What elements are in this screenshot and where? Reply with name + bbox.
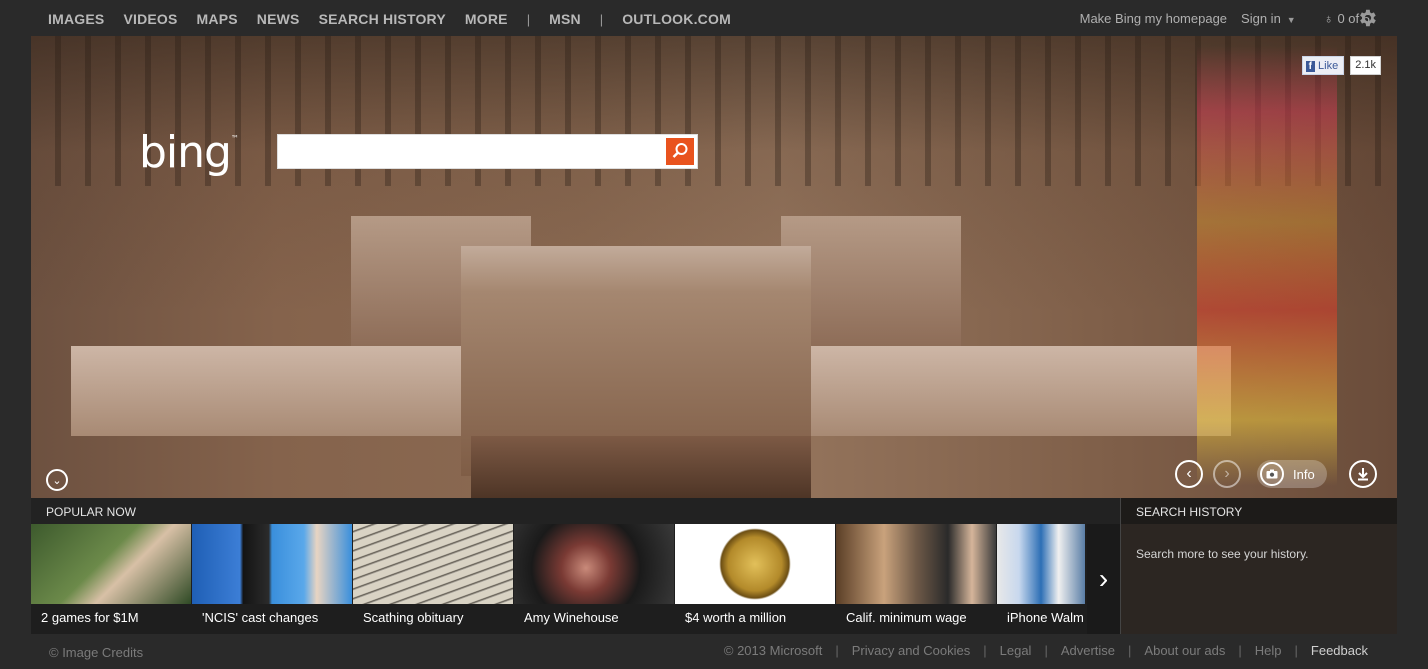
copyright: © 2013 Microsoft <box>723 643 823 658</box>
hero-image: bing™ f Like 2.1k ⌄ ‹ › Info <box>31 36 1397 498</box>
facebook-like-button[interactable]: f Like <box>1301 56 1345 75</box>
hero-terrace-left <box>71 346 471 436</box>
tile-caption: Amy Winehouse <box>524 610 619 625</box>
next-image-button[interactable]: › <box>1213 460 1241 488</box>
footer-separator: | <box>1294 643 1298 658</box>
search-button[interactable] <box>666 138 694 165</box>
popular-tiles: 2 games for $1M 'NCIS' cast changes Scat… <box>31 524 1085 634</box>
nav-images[interactable]: IMAGES <box>48 11 104 27</box>
info-label: Info <box>1293 466 1315 482</box>
hero-terrace-right <box>811 346 1231 436</box>
facebook-like-label: Like <box>1318 60 1339 72</box>
sign-in-label: Sign in <box>1241 11 1281 26</box>
footer-link-legal[interactable]: Legal <box>1000 643 1032 658</box>
popular-now-header: POPULAR NOW <box>31 498 1120 524</box>
popular-tile[interactable]: $4 worth a million <box>675 524 836 634</box>
account-nav: Make Bing my homepage Sign in ▼ ♁ 0 of 5 <box>1066 11 1370 26</box>
previous-image-button[interactable]: ‹ <box>1175 460 1203 488</box>
popular-tile[interactable]: Calif. minimum wage <box>836 524 997 634</box>
footer-separator: | <box>835 643 839 658</box>
download-button[interactable] <box>1349 460 1377 488</box>
footer-separator: | <box>1128 643 1132 658</box>
popular-now-panel: POPULAR NOW 2 games for $1M 'NCIS' cast … <box>31 498 1120 634</box>
tile-caption: Calif. minimum wage <box>846 610 967 625</box>
nav-separator: | <box>599 11 604 27</box>
nav-search-history[interactable]: SEARCH HISTORY <box>319 11 446 27</box>
hero-people <box>1197 46 1337 486</box>
tile-caption: $4 worth a million <box>685 610 787 625</box>
tile-image <box>997 524 1085 604</box>
popular-tile[interactable]: Amy Winehouse <box>514 524 675 634</box>
facebook-icon: f <box>1305 60 1316 72</box>
info-button[interactable]: Info <box>1257 460 1327 488</box>
nav-videos[interactable]: VIDEOS <box>123 11 177 27</box>
popular-next-button[interactable]: › <box>1087 524 1120 634</box>
nav-news[interactable]: NEWS <box>257 11 300 27</box>
footer-link-advertise[interactable]: Advertise <box>1061 643 1115 658</box>
nav-msn[interactable]: MSN <box>549 11 581 27</box>
footer-link-about-ads[interactable]: About our ads <box>1144 643 1225 658</box>
nav-more[interactable]: MORE <box>465 11 508 27</box>
popular-tile[interactable]: Scathing obituary <box>353 524 514 634</box>
hero-arches <box>471 436 811 498</box>
popular-tile[interactable]: iPhone Walm <box>997 524 1085 634</box>
feedback-link[interactable]: Feedback <box>1311 643 1368 658</box>
chevron-right-icon: › <box>1098 563 1109 594</box>
popular-tile[interactable]: 2 games for $1M <box>31 524 192 634</box>
search-history-text: Search more to see your history. <box>1136 547 1309 561</box>
medal-icon: ♁ <box>1323 11 1334 26</box>
tile-caption: Scathing obituary <box>363 610 464 625</box>
chevron-right-icon: › <box>1224 465 1230 482</box>
chevron-left-icon: ‹ <box>1186 465 1192 482</box>
tile-image <box>353 524 513 604</box>
nav-separator: | <box>526 11 531 27</box>
sign-in-link[interactable]: Sign in ▼ <box>1241 11 1296 26</box>
popular-tile[interactable]: 'NCIS' cast changes <box>192 524 353 634</box>
image-credits-link[interactable]: © Image Credits <box>49 645 143 660</box>
top-bar: IMAGES VIDEOS MAPS NEWS SEARCH HISTORY M… <box>0 0 1428 36</box>
tile-image <box>192 524 352 604</box>
camera-icon <box>1260 462 1284 486</box>
tile-image <box>31 524 191 604</box>
footer-separator: | <box>983 643 987 658</box>
nav-maps[interactable]: MAPS <box>197 11 238 27</box>
search-box <box>277 134 698 169</box>
tile-image <box>675 524 835 604</box>
search-icon <box>672 143 688 158</box>
tile-image <box>836 524 996 604</box>
footer: © Image Credits © 2013 Microsoft | Priva… <box>0 634 1428 669</box>
footer-links: © 2013 Microsoft | Privacy and Cookies |… <box>711 643 1368 658</box>
logo-text: bing <box>139 127 232 178</box>
tile-caption: 2 games for $1M <box>41 610 139 625</box>
tile-image <box>514 524 674 604</box>
bing-logo[interactable]: bing™ <box>139 131 239 175</box>
nav-outlook[interactable]: OUTLOOK.COM <box>622 11 731 27</box>
footer-separator: | <box>1238 643 1242 658</box>
search-history-header: SEARCH HISTORY <box>1121 498 1397 524</box>
gear-icon[interactable] <box>1356 7 1378 29</box>
main-nav: IMAGES VIDEOS MAPS NEWS SEARCH HISTORY M… <box>48 11 750 27</box>
download-icon <box>1358 468 1368 481</box>
tile-caption: iPhone Walm <box>1007 610 1084 625</box>
search-input[interactable] <box>278 135 666 168</box>
trademark: ™ <box>230 134 239 143</box>
footer-link-help[interactable]: Help <box>1255 643 1282 658</box>
search-history-panel: SEARCH HISTORY Search more to see your h… <box>1120 498 1397 634</box>
facebook-like: f Like 2.1k <box>1301 56 1381 75</box>
footer-link-privacy[interactable]: Privacy and Cookies <box>852 643 971 658</box>
chevron-down-icon: ▼ <box>1286 15 1296 25</box>
make-homepage-link[interactable]: Make Bing my homepage <box>1080 11 1227 26</box>
tile-caption: 'NCIS' cast changes <box>202 610 319 625</box>
chevron-down-icon[interactable]: ⌄ <box>46 469 68 491</box>
facebook-like-count: 2.1k <box>1350 56 1381 75</box>
footer-separator: | <box>1044 643 1048 658</box>
